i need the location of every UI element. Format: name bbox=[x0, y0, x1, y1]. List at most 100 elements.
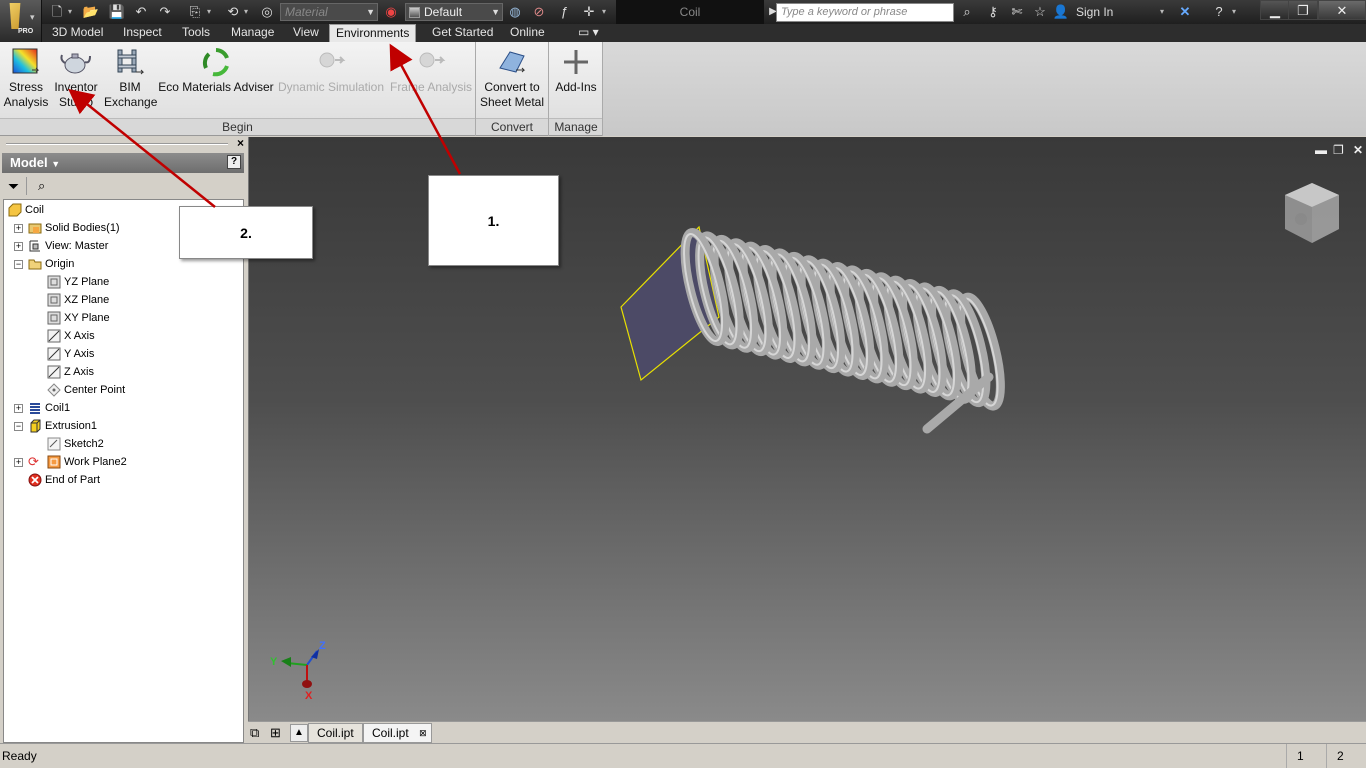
tree-node-sketch2[interactable]: Sketch2 bbox=[47, 435, 104, 453]
binoculars-icon[interactable]: ⌕ bbox=[38, 178, 45, 194]
binoculars-icon[interactable]: ⌕ bbox=[958, 3, 976, 21]
tab-online[interactable]: Online bbox=[504, 24, 551, 42]
tree-node-xz-plane[interactable]: XZ Plane bbox=[47, 291, 109, 309]
tree-node-coil[interactable]: Coil bbox=[8, 201, 44, 219]
tree-node-coil1[interactable]: + Coil1 bbox=[14, 399, 70, 417]
help-icon[interactable]: ? bbox=[227, 155, 241, 169]
measure-cross-icon[interactable]: ✛ bbox=[580, 3, 598, 21]
stress-analysis-button[interactable]: Stress Analysis bbox=[2, 46, 50, 110]
document-list-arrow-icon[interactable]: ▲ bbox=[290, 724, 308, 742]
tab-get-started[interactable]: Get Started bbox=[426, 24, 499, 42]
tree-node-center-point[interactable]: Center Point bbox=[47, 381, 125, 399]
adjust-appearance-icon[interactable]: ◍ bbox=[506, 3, 524, 21]
browser-grip-bar[interactable]: × bbox=[2, 136, 246, 151]
convert-to-sheet-metal-button[interactable]: Convert to Sheet Metal bbox=[478, 46, 546, 110]
collapse-minus-icon[interactable]: − bbox=[14, 422, 23, 431]
save-icon[interactable]: 💾 bbox=[108, 3, 126, 21]
tree-node-extrusion1[interactable]: − Extrusion1 bbox=[14, 417, 97, 435]
tab-inspect[interactable]: Inspect bbox=[117, 24, 168, 42]
browser-title-bar[interactable]: Model ▼ ? bbox=[2, 153, 244, 173]
tree-node-view-master[interactable]: + View: Master bbox=[14, 237, 108, 255]
document-tab-1[interactable]: Coil.ipt bbox=[308, 723, 363, 743]
plus-icon bbox=[564, 50, 588, 74]
help-icon[interactable]: ? bbox=[1210, 3, 1228, 21]
update-icon[interactable]: ⟲ bbox=[224, 3, 242, 21]
model-tree: Coil + Solid Bodies(1) + View: Master − … bbox=[3, 199, 244, 743]
view-icon bbox=[29, 240, 40, 252]
appearance-dropdown[interactable]: Default ▼ bbox=[405, 3, 503, 21]
close-icon[interactable]: ✕ bbox=[1353, 143, 1363, 157]
customize-arrow-icon[interactable]: ▾ bbox=[602, 2, 610, 22]
close-icon[interactable]: ⊠ bbox=[419, 724, 427, 743]
material-dropdown[interactable]: Material ▼ bbox=[280, 3, 378, 21]
tab-environments[interactable]: Environments bbox=[329, 24, 417, 42]
new-file-icon[interactable]: 🗋 bbox=[48, 3, 66, 21]
tree-node-x-axis[interactable]: X Axis bbox=[47, 327, 95, 345]
dynamic-simulation-button[interactable]: Dynamic Simulation bbox=[276, 46, 386, 95]
document-tab-2[interactable]: Coil.ipt ⊠ bbox=[363, 723, 432, 743]
clear-appearance-icon[interactable]: ⊘ bbox=[530, 3, 548, 21]
key-icon[interactable]: ⚷ bbox=[984, 3, 1002, 21]
undo-icon[interactable]: ↶ bbox=[132, 3, 150, 21]
tab-tools[interactable]: Tools bbox=[176, 24, 216, 42]
close-icon[interactable]: × bbox=[237, 136, 244, 150]
viewcube-icon[interactable] bbox=[1279, 179, 1345, 249]
return-icon[interactable]: ⎘ bbox=[186, 3, 204, 21]
tile-windows-icon[interactable]: ⊞ bbox=[270, 725, 281, 741]
redo-icon[interactable]: ↷ bbox=[156, 3, 174, 21]
chevron-down-icon[interactable]: ▾ bbox=[1232, 2, 1240, 22]
tree-label: Sketch2 bbox=[64, 438, 104, 450]
tab-manage[interactable]: Manage bbox=[225, 24, 280, 42]
tree-label: Coil bbox=[25, 204, 44, 216]
tree-node-origin[interactable]: − Origin bbox=[14, 255, 75, 273]
chevron-down-icon[interactable]: ▾ bbox=[244, 2, 252, 22]
filter-icon[interactable]: ⏷ bbox=[8, 178, 19, 195]
parameters-fx-icon[interactable]: ƒ bbox=[555, 3, 573, 21]
open-folder-icon[interactable]: 📂 bbox=[82, 3, 100, 21]
collapse-minus-icon[interactable]: − bbox=[14, 260, 23, 269]
cascade-windows-icon[interactable]: ⧉ bbox=[250, 725, 259, 741]
tree-label: Origin bbox=[45, 258, 75, 270]
tree-node-work-plane2[interactable]: + ⟳ Work Plane2 bbox=[14, 453, 127, 471]
coil-spring-shape[interactable] bbox=[676, 228, 1008, 434]
tab-view[interactable]: View bbox=[287, 24, 325, 42]
coil-3d-model[interactable] bbox=[609, 217, 1009, 437]
minimize-icon[interactable]: ▬ bbox=[1315, 143, 1327, 157]
frame-analysis-button[interactable]: Frame Analysis bbox=[389, 46, 473, 95]
help-search-input[interactable]: Type a keyword or phrase bbox=[776, 3, 954, 22]
status-count-2: 2 bbox=[1326, 744, 1366, 768]
application-menu-button[interactable]: PRO ▾ bbox=[0, 0, 42, 42]
tree-node-z-axis[interactable]: Z Axis bbox=[47, 363, 94, 381]
subscription-icon[interactable]: ✄ bbox=[1008, 3, 1026, 21]
eco-materials-adviser-button[interactable]: Eco Materials Adviser bbox=[158, 46, 274, 95]
restore-button[interactable]: ❐ bbox=[1288, 0, 1318, 20]
expand-plus-icon[interactable]: + bbox=[14, 242, 23, 251]
restore-icon[interactable]: ❐ bbox=[1333, 143, 1344, 157]
close-button[interactable]: ✕ bbox=[1318, 0, 1366, 20]
inventor-studio-button[interactable]: Inventor Studio bbox=[52, 46, 100, 110]
color-wheel-icon[interactable]: ◉ bbox=[382, 3, 400, 21]
tab-3d-model[interactable]: 3D Model bbox=[46, 24, 109, 42]
document-tab-bar: ⧉ ⊞ ▲ Coil.ipt Coil.ipt ⊠ bbox=[248, 721, 1366, 743]
exchange-x-icon[interactable]: ✕ bbox=[1176, 3, 1194, 21]
tree-node-yz-plane[interactable]: YZ Plane bbox=[47, 273, 109, 291]
minimize-button[interactable]: ▁ bbox=[1260, 0, 1290, 20]
tree-node-xy-plane[interactable]: XY Plane bbox=[47, 309, 110, 327]
select-icon[interactable]: ◎ bbox=[258, 3, 276, 21]
expand-plus-icon[interactable]: + bbox=[14, 404, 23, 413]
chevron-down-icon[interactable]: ▾ bbox=[68, 2, 76, 22]
add-ins-button[interactable]: Add-Ins bbox=[550, 46, 602, 95]
sketch-icon bbox=[47, 437, 61, 451]
bim-exchange-button[interactable]: BIM Exchange bbox=[104, 46, 157, 110]
tree-node-solid-bodies[interactable]: + Solid Bodies(1) bbox=[14, 219, 120, 237]
tree-node-end-of-part[interactable]: End of Part bbox=[28, 471, 100, 489]
chevron-down-icon[interactable]: ▾ bbox=[207, 2, 215, 22]
chevron-down-icon[interactable]: ▾ bbox=[1160, 2, 1168, 22]
graphics-window[interactable]: ▬ ❐ ✕ Z Y X bbox=[248, 137, 1366, 721]
tree-node-y-axis[interactable]: Y Axis bbox=[47, 345, 94, 363]
expand-plus-icon[interactable]: + bbox=[14, 458, 23, 467]
sign-in-link[interactable]: Sign In bbox=[1076, 3, 1113, 21]
ribbon-display-options-icon[interactable]: ▭ ▾ bbox=[572, 24, 605, 42]
expand-plus-icon[interactable]: + bbox=[14, 224, 23, 233]
favorites-star-icon[interactable]: ☆ bbox=[1031, 3, 1049, 21]
